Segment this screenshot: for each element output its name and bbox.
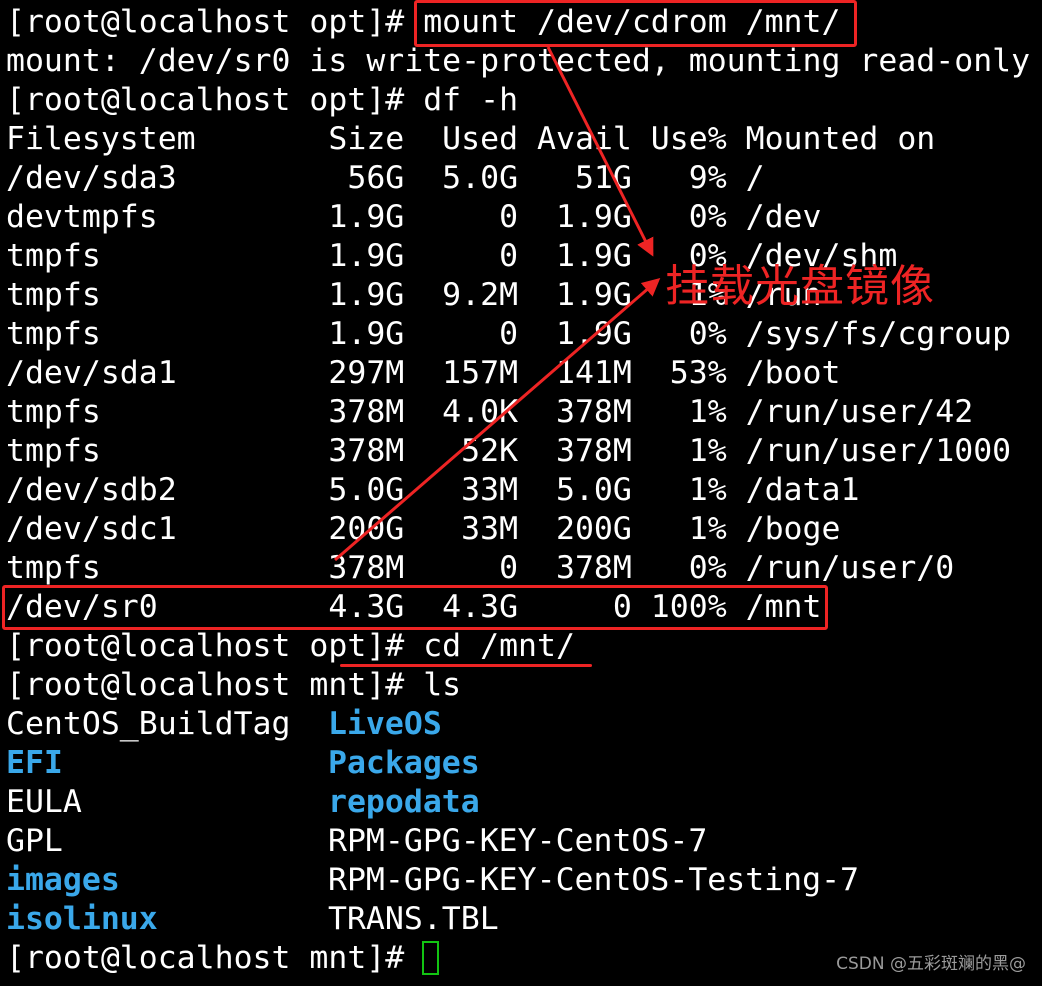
arrow-from-sr0-row [334,278,661,562]
arrow-from-mount-command [546,46,654,257]
annotation-arrows [334,46,661,562]
annotation-label: 挂载光盘镜像 [665,261,935,312]
watermark: CSDN @五彩斑斓的黑@ [836,954,1026,974]
